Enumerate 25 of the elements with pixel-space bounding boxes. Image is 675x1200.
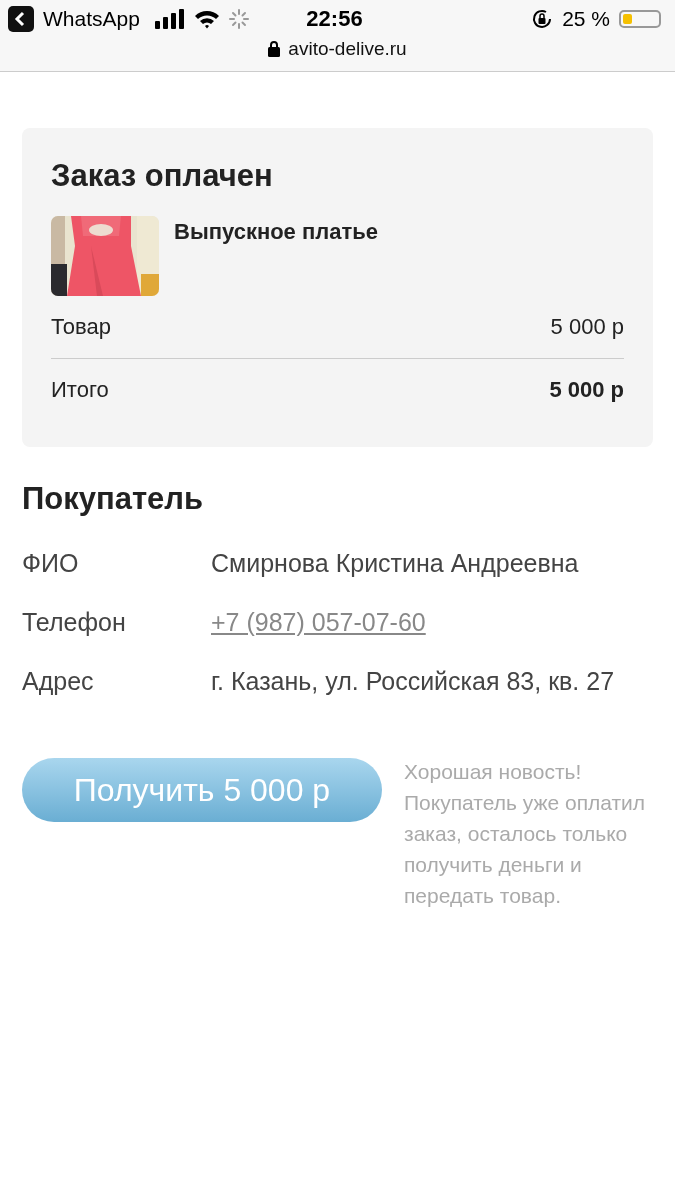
price-label: Товар [51, 314, 111, 340]
price-value: 5 000 р [549, 377, 624, 403]
phone-link[interactable]: +7 (987) 057-07-60 [211, 606, 636, 639]
wifi-icon [193, 9, 220, 29]
field-label: Адрес [22, 667, 95, 696]
loading-spinner-icon [228, 9, 249, 29]
field-value: г. Казань, ул. Российская 83, кв. 27 [211, 666, 616, 697]
price-value: 5 000 р [550, 314, 624, 340]
lock-icon [268, 41, 281, 57]
info-note: Хорошая новость! Покупатель уже оплатил заказ, осталось только получить деньги и передать товар. [404, 759, 647, 909]
clock: 22:56 [306, 6, 363, 32]
rotation-lock-icon [531, 8, 554, 30]
order-status-title: Заказ оплачен [51, 158, 274, 194]
field-label: Телефон [22, 608, 127, 637]
battery-icon [619, 10, 661, 28]
battery-percent: 25 % [562, 7, 610, 31]
buyer-title: Покупатель [22, 481, 205, 517]
back-app-label[interactable]: WhatsApp [43, 7, 140, 31]
back-icon[interactable] [8, 6, 34, 32]
field-value: Смирнова Кристина Андреевна [211, 548, 580, 579]
price-label: Итого [51, 377, 109, 403]
signal-icon [154, 9, 185, 29]
item-name: Выпускное платье [174, 219, 378, 245]
url-text[interactable]: avito-delive.ru [288, 38, 407, 60]
field-label: ФИО [22, 549, 80, 578]
